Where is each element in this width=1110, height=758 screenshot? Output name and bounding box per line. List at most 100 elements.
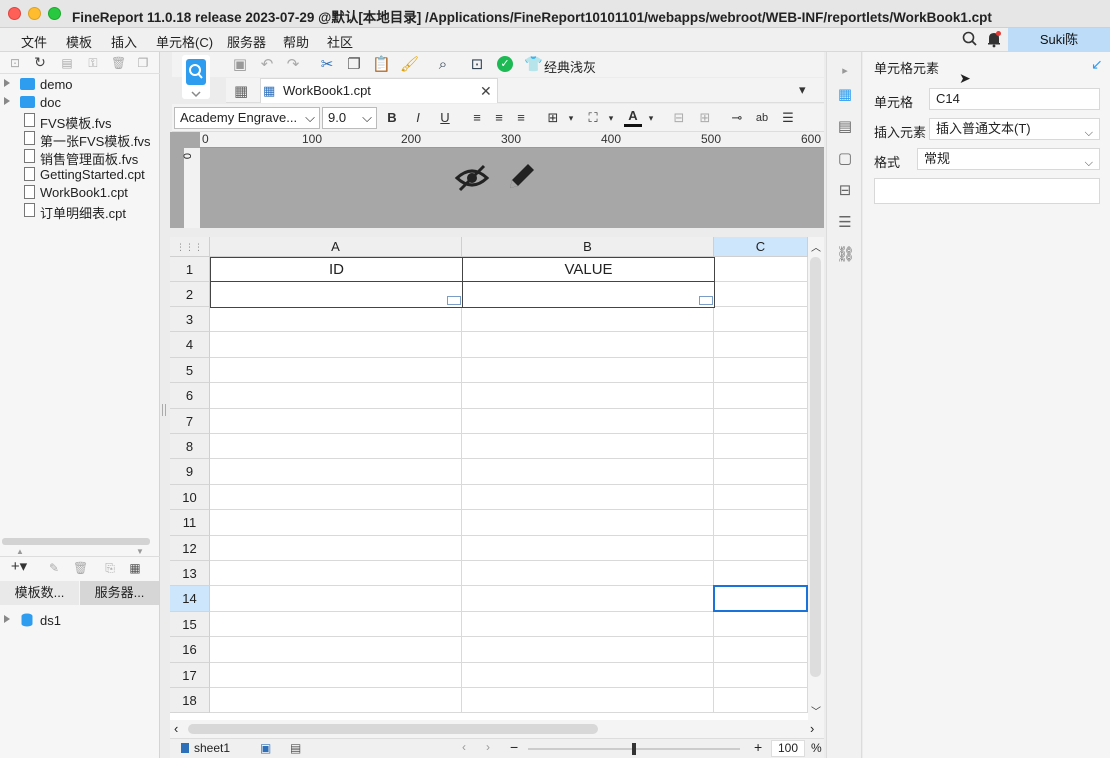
web-preview-icon[interactable]: ⊡: [468, 56, 486, 74]
column-header-c[interactable]: C: [714, 237, 808, 257]
template-preview-icon[interactable]: ⌕: [434, 56, 452, 74]
scroll-down-icon[interactable]: ﹀: [811, 703, 821, 718]
merge-cells-icon[interactable]: ⊟: [670, 109, 688, 127]
condition-attribute-icon[interactable]: ☰: [836, 214, 854, 232]
cell-b2[interactable]: [462, 281, 715, 308]
row-header[interactable]: 2: [170, 282, 210, 307]
search-icon[interactable]: [961, 30, 979, 48]
table-cell[interactable]: [210, 434, 462, 460]
row-header[interactable]: 6: [170, 383, 210, 409]
cell-attribute-icon[interactable]: ▤: [836, 118, 854, 136]
font-color-icon[interactable]: A: [624, 109, 642, 127]
menu-community[interactable]: 社区: [327, 32, 353, 51]
wrap-icon[interactable]: ⊸: [728, 109, 746, 127]
table-cell[interactable]: [462, 535, 714, 561]
horizontal-scroll-thumb[interactable]: [188, 724, 598, 734]
row-header[interactable]: 9: [170, 459, 210, 485]
row-header[interactable]: 5: [170, 357, 210, 384]
expand-panel-icon[interactable]: ▸: [836, 62, 854, 80]
font-family-select[interactable]: Academy Engrave... ⌵: [174, 107, 320, 129]
chevron-down-icon[interactable]: ▾: [642, 109, 660, 127]
unmerge-cells-icon[interactable]: ⊞: [696, 109, 714, 127]
table-cell[interactable]: [210, 637, 462, 663]
row-header[interactable]: 17: [170, 662, 210, 688]
tree-item-workbook1[interactable]: WorkBook1.cpt: [0, 184, 160, 202]
chevron-down-icon[interactable]: ▾: [562, 109, 580, 127]
menu-help[interactable]: 帮助: [283, 32, 309, 51]
row-header[interactable]: 12: [170, 535, 210, 561]
table-cell[interactable]: [462, 611, 714, 638]
line-spacing-icon[interactable]: ☰: [779, 109, 797, 127]
table-cell[interactable]: [714, 307, 808, 333]
menu-cell[interactable]: 单元格(C): [156, 32, 213, 51]
border-icon[interactable]: ⊞: [544, 109, 562, 127]
copy-icon[interactable]: ❐: [136, 56, 150, 70]
undo-icon[interactable]: ↶: [258, 56, 276, 74]
edit-icon[interactable]: ✎: [47, 561, 61, 575]
next-sheet-icon[interactable]: ›: [486, 740, 490, 754]
table-cell[interactable]: [462, 383, 714, 409]
cell-element-icon[interactable]: ▦: [836, 86, 854, 104]
table-cell[interactable]: [210, 510, 462, 536]
theme-label[interactable]: 经典浅灰: [544, 57, 596, 76]
select-all-corner[interactable]: ⋮⋮⋮: [170, 237, 210, 257]
scroll-right-icon[interactable]: ›: [810, 721, 814, 736]
expand-arrow-icon[interactable]: [4, 79, 10, 87]
check-icon[interactable]: ✓: [497, 56, 513, 72]
row-header[interactable]: 14: [170, 586, 210, 612]
table-cell[interactable]: [462, 662, 714, 688]
table-cell[interactable]: [210, 307, 462, 333]
table-cell[interactable]: [462, 434, 714, 460]
user-badge[interactable]: Suki陈: [1008, 28, 1110, 52]
table-cell[interactable]: [210, 611, 462, 638]
table-cell[interactable]: [210, 535, 462, 561]
fill-color-icon[interactable]: ⛶: [584, 109, 602, 127]
widget-settings-icon[interactable]: ⊟: [836, 182, 854, 200]
zoom-slider[interactable]: [528, 743, 740, 755]
lock-icon[interactable]: ⚿: [86, 56, 100, 70]
row-header[interactable]: 10: [170, 484, 210, 511]
table-cell[interactable]: [462, 357, 714, 384]
tree-item-fvs-template[interactable]: FVS模板.fvs: [0, 112, 160, 131]
zoom-in-icon[interactable]: +: [754, 739, 762, 755]
add-form-sheet-icon[interactable]: ▤: [290, 741, 301, 755]
tree-item-sales-panel[interactable]: 销售管理面板.fvs: [0, 148, 160, 167]
table-cell[interactable]: [714, 484, 808, 511]
table-cell[interactable]: [714, 357, 808, 384]
menu-template[interactable]: 模板: [66, 32, 92, 51]
save-icon[interactable]: ▣: [231, 56, 249, 74]
table-cell[interactable]: [210, 561, 462, 587]
prev-sheet-icon[interactable]: ‹: [462, 740, 466, 754]
column-header-b[interactable]: B: [462, 237, 714, 257]
tab-workbook1[interactable]: ▦ WorkBook1.cpt ✕: [260, 78, 498, 103]
tab-template-datasource[interactable]: 模板数...: [0, 581, 79, 605]
collapse-up-icon[interactable]: ▲: [16, 547, 24, 556]
theme-shirt-icon[interactable]: 👕: [524, 56, 543, 74]
tree-item-getting-started[interactable]: GettingStarted.cpt: [0, 166, 160, 184]
sheet-tab[interactable]: sheet1: [194, 741, 230, 755]
row-header[interactable]: 18: [170, 688, 210, 714]
collapse-down-icon[interactable]: ▼: [136, 547, 144, 556]
paste-icon[interactable]: 📋: [372, 56, 391, 74]
close-window-button[interactable]: [8, 7, 21, 20]
align-right-icon[interactable]: ≡: [512, 109, 530, 127]
table-cell[interactable]: [210, 408, 462, 434]
menu-insert[interactable]: 插入: [111, 32, 137, 51]
pane-splitter[interactable]: [162, 404, 166, 416]
table-cell[interactable]: [210, 383, 462, 409]
template-icon[interactable]: ▤: [60, 56, 74, 70]
grid-layout-icon[interactable]: ▦: [234, 82, 248, 100]
horizontal-scrollbar[interactable]: ‹ ›: [170, 720, 824, 738]
table-cell[interactable]: [210, 459, 462, 485]
table-cell[interactable]: [714, 662, 808, 688]
datasource-item-ds1[interactable]: ds1: [0, 612, 160, 630]
expand-arrow-icon[interactable]: [4, 615, 10, 623]
vertical-scrollbar[interactable]: ︿ ﹀: [808, 237, 824, 720]
insert-element-select[interactable]: 插入普通文本(T) ⌵: [929, 118, 1100, 140]
table-cell[interactable]: [462, 510, 714, 536]
preview-data-icon[interactable]: ⎘: [103, 561, 117, 575]
table-cell[interactable]: [462, 307, 714, 333]
table-cell[interactable]: [714, 611, 808, 638]
table-cell[interactable]: [714, 408, 808, 434]
tree-item-demo[interactable]: demo: [0, 76, 160, 94]
